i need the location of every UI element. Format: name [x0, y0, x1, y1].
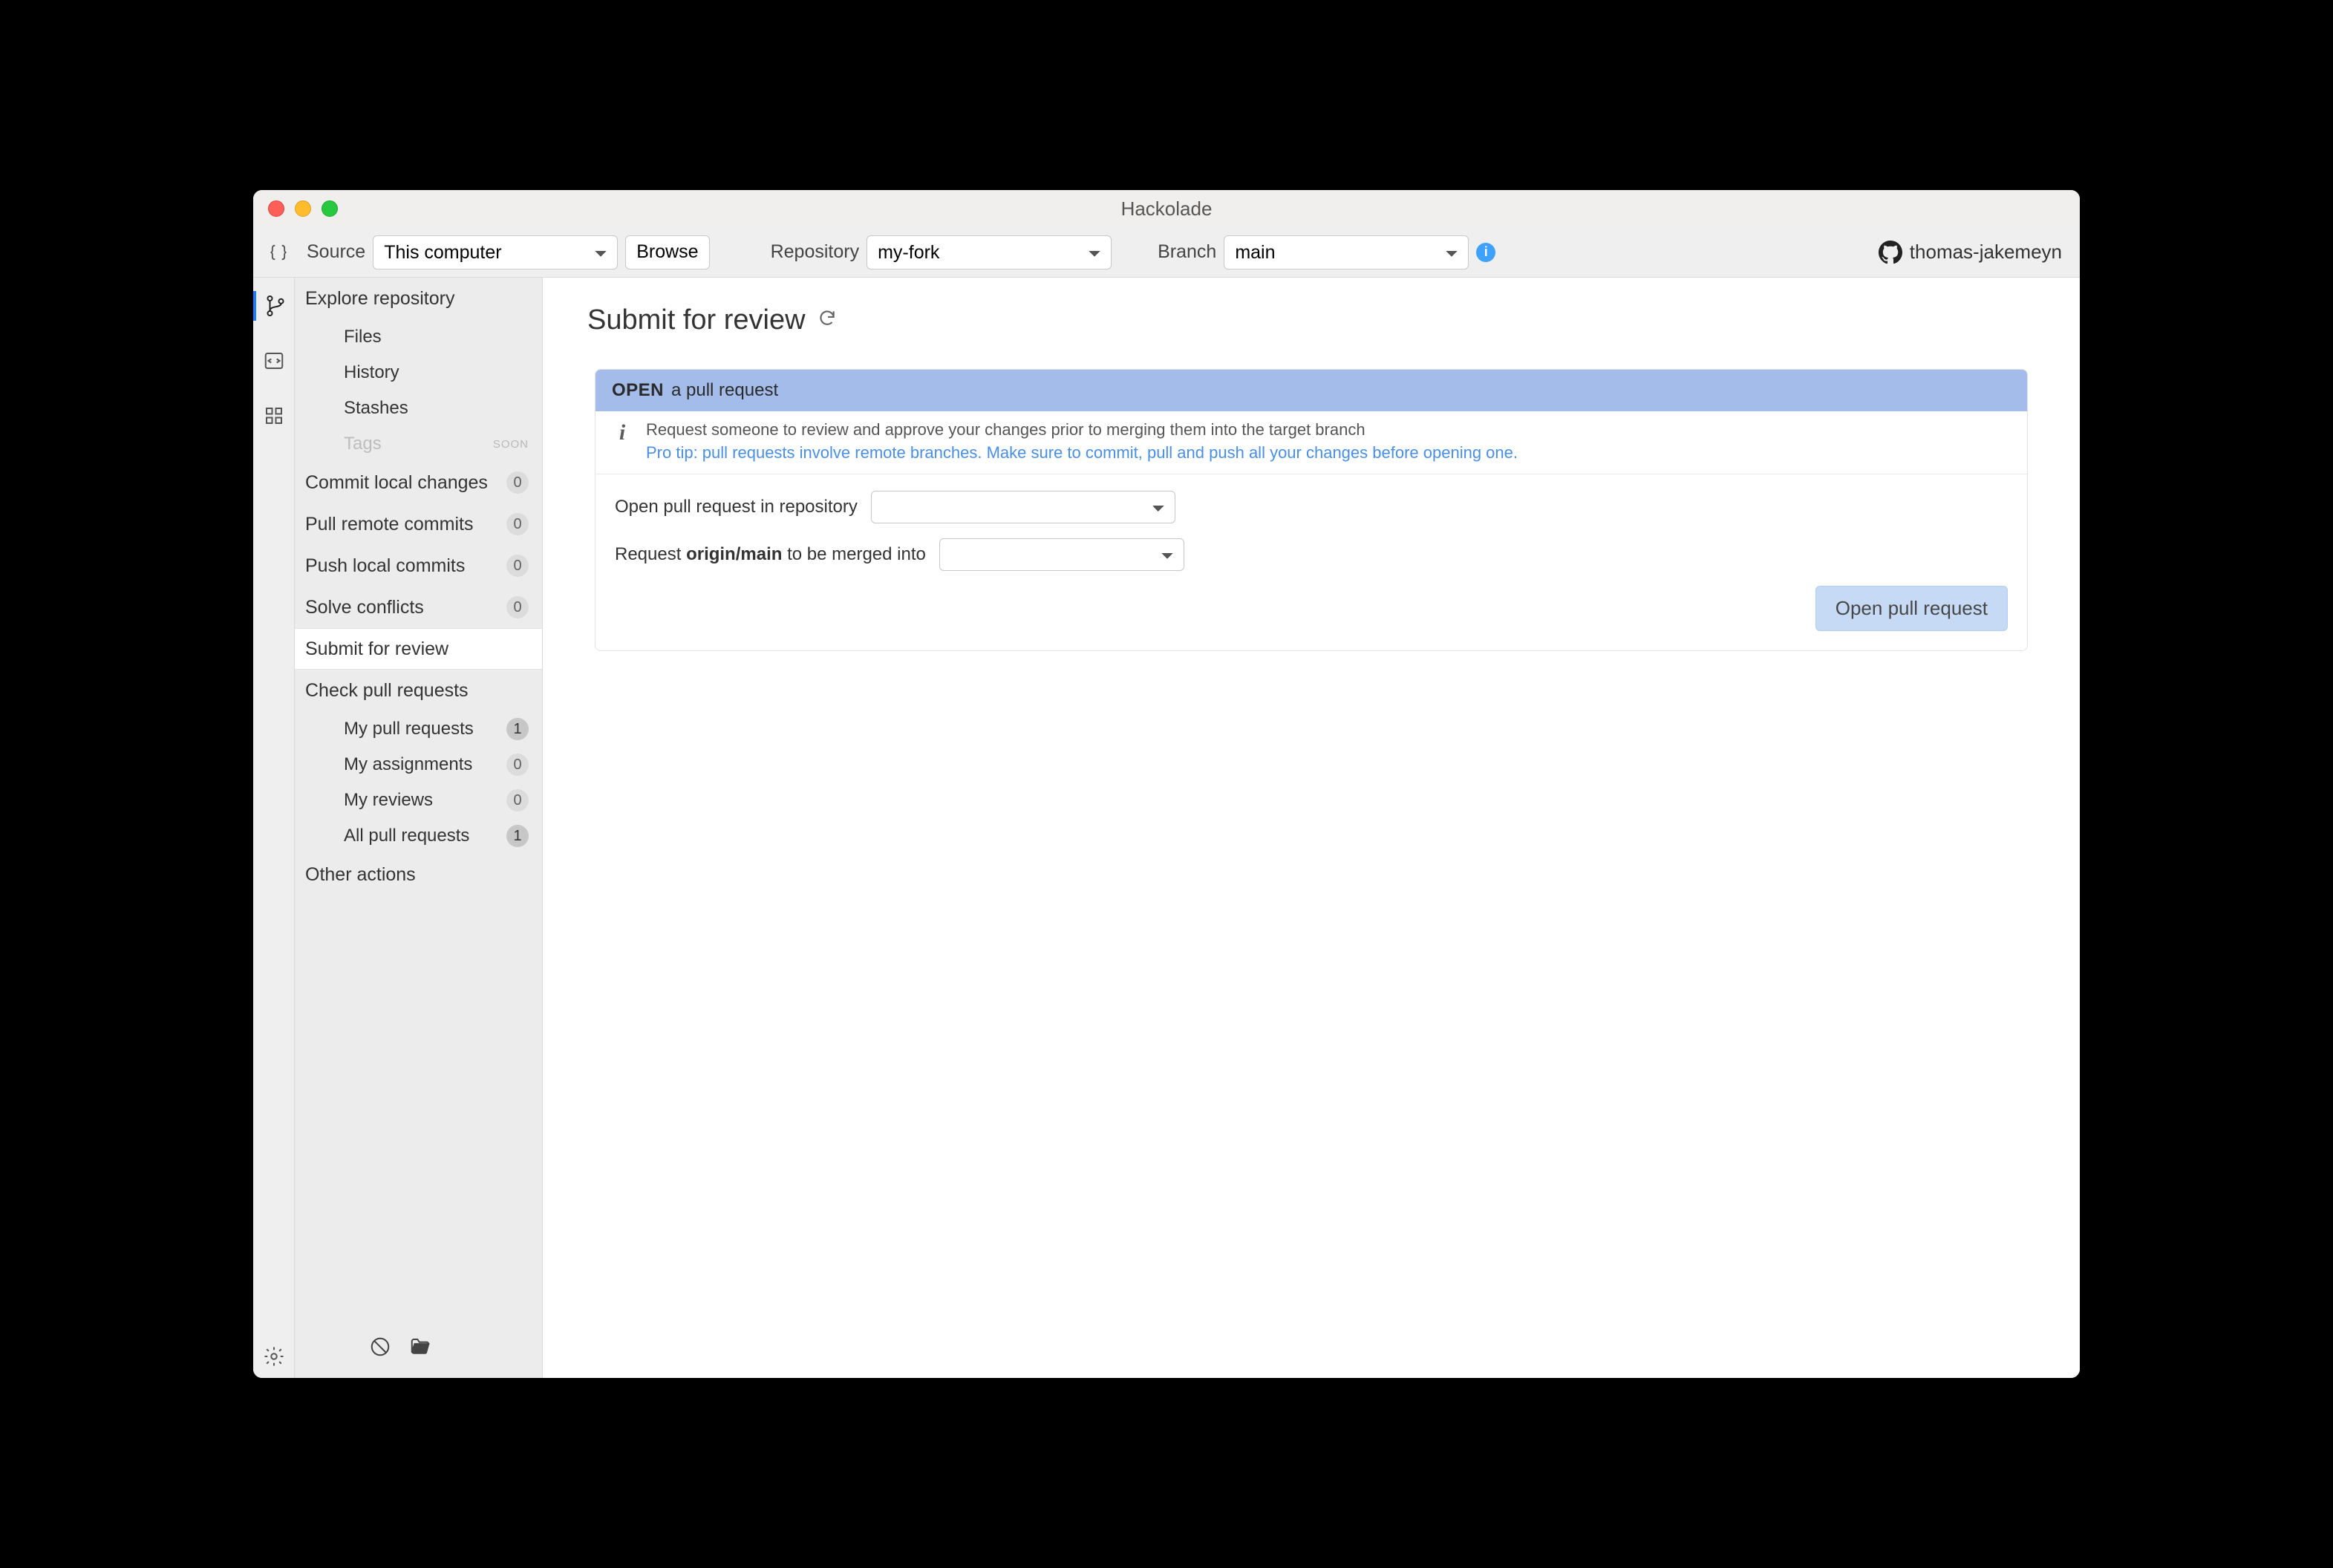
repository-label: Repository [771, 241, 860, 263]
panel-open-sub: a pull request [671, 380, 778, 401]
pull-count-badge: 0 [506, 513, 529, 535]
no-sign-icon[interactable] [369, 1336, 391, 1363]
maximize-window-button[interactable] [322, 200, 338, 217]
sidebar-submit[interactable]: Submit for review [295, 628, 542, 670]
info-line1: Request someone to review and approve yo… [646, 419, 1518, 442]
all-pr-count-badge: 1 [506, 825, 529, 847]
source-label: Source [307, 241, 365, 263]
sidebar-tags: Tags SOON [295, 426, 542, 462]
info-i-icon: i [612, 419, 633, 444]
push-count-badge: 0 [506, 555, 529, 577]
sidebar-all-pr[interactable]: All pull requests 1 [295, 818, 542, 854]
commit-count-badge: 0 [506, 471, 529, 494]
braces-icon [262, 242, 295, 263]
rail-branch[interactable] [253, 291, 294, 321]
rail-settings[interactable] [253, 1348, 294, 1378]
toolbar: Source This computer Browse Repository m… [253, 227, 2080, 278]
info-tip: Pro tip: pull requests involve remote br… [646, 442, 1518, 465]
sidebar-my-assign[interactable]: My assignments 0 [295, 747, 542, 783]
github-icon [1879, 241, 1902, 264]
panel-open-label: OPEN [612, 380, 664, 401]
sidebar-files[interactable]: Files [295, 319, 542, 355]
branch-label: Branch [1158, 241, 1216, 263]
target-branch-select[interactable] [939, 538, 1184, 571]
panel-info: i Request someone to review and approve … [596, 411, 2027, 474]
my-reviews-count-badge: 0 [506, 789, 529, 811]
sidebar: Explore repository Files History Stashes… [295, 278, 543, 1378]
minimize-window-button[interactable] [295, 200, 311, 217]
app-window: Hackolade Source This computer Browse Re… [253, 190, 2080, 1378]
rail-grid[interactable] [253, 401, 294, 431]
sidebar-check[interactable]: Check pull requests [295, 670, 542, 711]
page-title: Submit for review [587, 304, 806, 336]
window-title: Hackolade [253, 197, 2080, 220]
my-assign-count-badge: 0 [506, 754, 529, 776]
sidebar-history[interactable]: History [295, 355, 542, 391]
panel-header: OPEN a pull request [596, 370, 2027, 411]
sidebar-solve[interactable]: Solve conflicts 0 [295, 587, 542, 628]
sidebar-my-pr[interactable]: My pull requests 1 [295, 711, 542, 747]
form-repo-label: Open pull request in repository [615, 497, 858, 517]
sidebar-pull[interactable]: Pull remote commits 0 [295, 503, 542, 545]
user-chip[interactable]: thomas-jakemeyn [1879, 241, 2062, 264]
titlebar: Hackolade [253, 190, 2080, 227]
sidebar-stashes[interactable]: Stashes [295, 391, 542, 426]
main-content: Submit for review OPEN a pull request i … [543, 278, 2080, 1378]
soon-badge: SOON [493, 438, 529, 451]
form-merge-label: Request origin/main to be merged into [615, 544, 926, 565]
sidebar-commit[interactable]: Commit local changes 0 [295, 462, 542, 503]
icon-rail [253, 278, 295, 1378]
sidebar-bottom-icons [295, 1322, 542, 1378]
username: thomas-jakemeyn [1910, 241, 2062, 264]
source-select[interactable]: This computer [373, 235, 618, 270]
open-pr-button[interactable]: Open pull request [1815, 586, 2008, 631]
my-pr-count-badge: 1 [506, 718, 529, 740]
folder-icon[interactable] [409, 1336, 431, 1363]
close-window-button[interactable] [268, 200, 284, 217]
repository-select[interactable]: my-fork [867, 235, 1112, 270]
sidebar-other[interactable]: Other actions [295, 854, 542, 895]
info-icon[interactable]: i [1476, 243, 1495, 262]
pr-panel: OPEN a pull request i Request someone to… [595, 369, 2028, 651]
rail-diff[interactable] [253, 346, 294, 376]
branch-select[interactable]: main [1224, 235, 1469, 270]
sidebar-push[interactable]: Push local commits 0 [295, 545, 542, 587]
refresh-icon[interactable] [818, 308, 837, 333]
sidebar-my-reviews[interactable]: My reviews 0 [295, 783, 542, 818]
sidebar-explore[interactable]: Explore repository [295, 278, 542, 319]
window-controls [253, 200, 338, 217]
target-repo-select[interactable] [871, 491, 1175, 523]
solve-count-badge: 0 [506, 596, 529, 618]
browse-button[interactable]: Browse [625, 235, 709, 270]
